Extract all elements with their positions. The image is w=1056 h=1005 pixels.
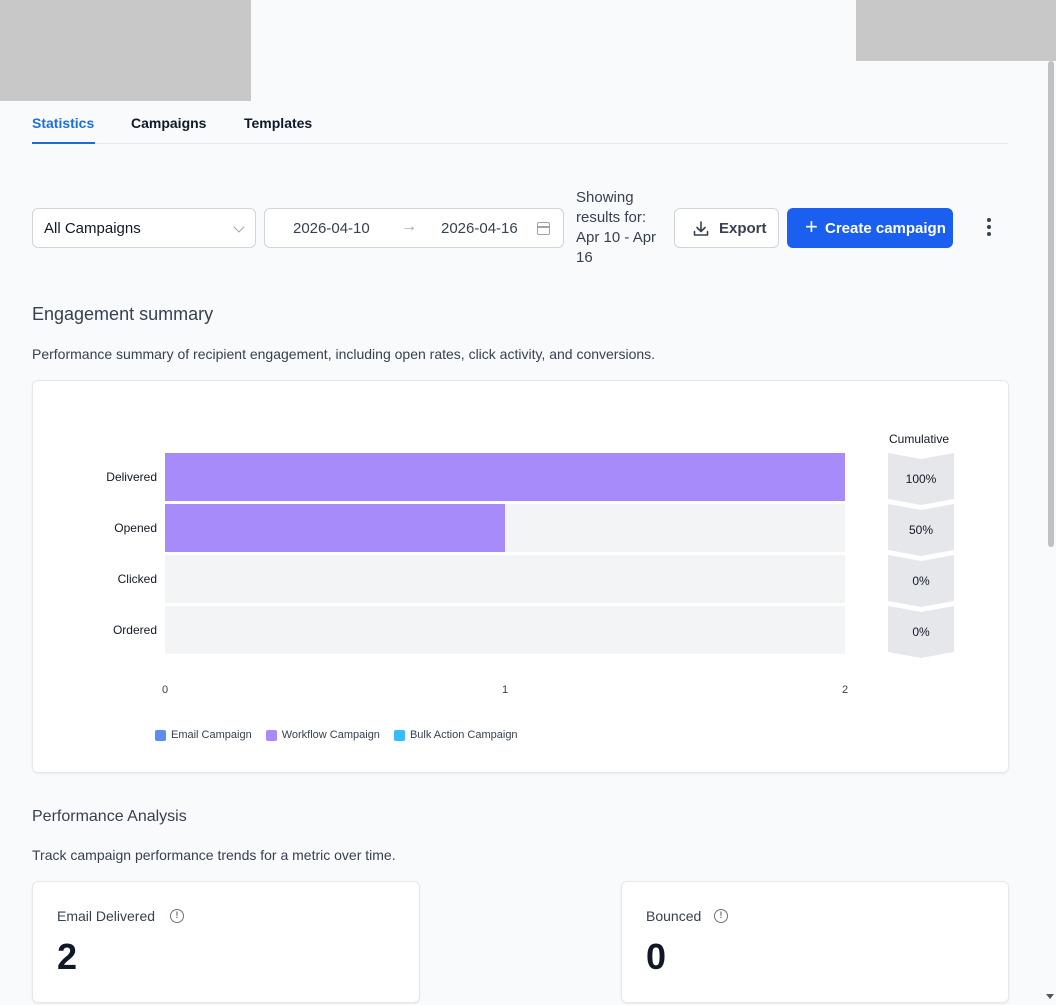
engagement-chart: Delivered 100% Opened 50% Clicked 0% Ordered 0%… [106, 453, 954, 696]
showing-results-text: Showing results for: Apr 10 - Apr 16 [576, 189, 657, 266]
tab-campaigns[interactable]: Campaigns [131, 115, 206, 131]
create-campaign-button[interactable]: + Create campaign [787, 208, 953, 248]
metric-value: 0 [646, 936, 667, 977]
bar [165, 453, 845, 501]
plus-icon: + [805, 214, 818, 239]
cumulative-title: Cumulative [889, 432, 950, 446]
x-tick-label: 2 [842, 684, 848, 696]
metric-label: Email Delivered [57, 908, 156, 924]
engagement-title: Engagement summary [32, 304, 214, 324]
legend-label: Workflow Campaign [281, 729, 380, 741]
metric-value: 2 [57, 936, 78, 977]
metric-card-email-delivered[interactable]: Email Delivered ! 2 [32, 881, 420, 1003]
export-label: Export [719, 220, 767, 237]
category-label: Ordered [113, 623, 157, 637]
legend-item[interactable]: Bulk Action Campaign [393, 729, 518, 741]
legend-label: Email Campaign [171, 729, 252, 741]
chevron-down-icon [233, 221, 245, 233]
bar [165, 504, 505, 552]
kebab-icon[interactable] [983, 218, 995, 238]
category-label: Opened [114, 521, 157, 535]
metric-card-bounced[interactable]: Bounced ! 0 [621, 881, 1009, 1003]
performance-description: Track campaign performance trends for a … [32, 847, 396, 863]
legend-item[interactable]: Email Campaign [155, 729, 252, 741]
active-tab-indicator [32, 142, 95, 144]
bar-background [165, 606, 845, 654]
x-tick-label: 0 [162, 684, 168, 696]
cumulative-value: 100% [906, 472, 937, 486]
legend-swatch [265, 729, 277, 741]
legend-item[interactable]: Workflow Campaign [265, 729, 380, 741]
cumulative-value: 0% [912, 574, 930, 588]
arrow-right-icon: → [401, 218, 417, 235]
campaign-select[interactable]: All Campaigns [32, 208, 256, 248]
engagement-chart-card: Delivered 100% Opened 50% Clicked 0% Ordered 0%… [32, 380, 1009, 773]
bar-background [165, 555, 845, 603]
date-start-field[interactable]: 2026-04-10 [293, 220, 370, 237]
engagement-description: Performance summary of recipient engagem… [32, 346, 656, 362]
metric-label: Bounced [646, 908, 702, 924]
category-label: Delivered [106, 470, 157, 484]
scrollbar-thumb[interactable] [1048, 61, 1054, 547]
tab-bar: Statistics Campaigns Templates [32, 101, 1008, 144]
create-campaign-label: Create campaign [825, 220, 946, 237]
legend-swatch [393, 729, 405, 741]
tab-templates[interactable]: Templates [244, 115, 312, 131]
x-tick-label: 1 [502, 684, 508, 696]
date-range-picker[interactable]: 2026-04-10 → 2026-04-16 [264, 208, 564, 248]
date-end-field[interactable]: 2026-04-16 [441, 220, 518, 237]
redacted-region-left [0, 0, 251, 101]
export-button[interactable]: Export [674, 208, 779, 248]
info-icon[interactable]: ! [170, 909, 184, 923]
redacted-region-right [856, 0, 1056, 61]
calendar-icon[interactable] [537, 222, 550, 235]
campaign-select-value: All Campaigns [44, 220, 141, 237]
legend-label: Bulk Action Campaign [409, 729, 518, 741]
tab-statistics[interactable]: Statistics [32, 115, 94, 131]
category-label: Clicked [118, 572, 157, 586]
download-icon [693, 221, 709, 236]
cumulative-value: 0% [912, 625, 930, 639]
scroll-down-arrow-icon[interactable] [1046, 994, 1054, 999]
performance-title: Performance Analysis [32, 808, 187, 825]
legend-swatch [155, 729, 166, 741]
cumulative-value: 50% [909, 523, 933, 537]
chart-legend: Email Campaign Workflow Campaign Bulk Acti… [155, 729, 518, 741]
info-icon[interactable]: ! [714, 909, 728, 923]
